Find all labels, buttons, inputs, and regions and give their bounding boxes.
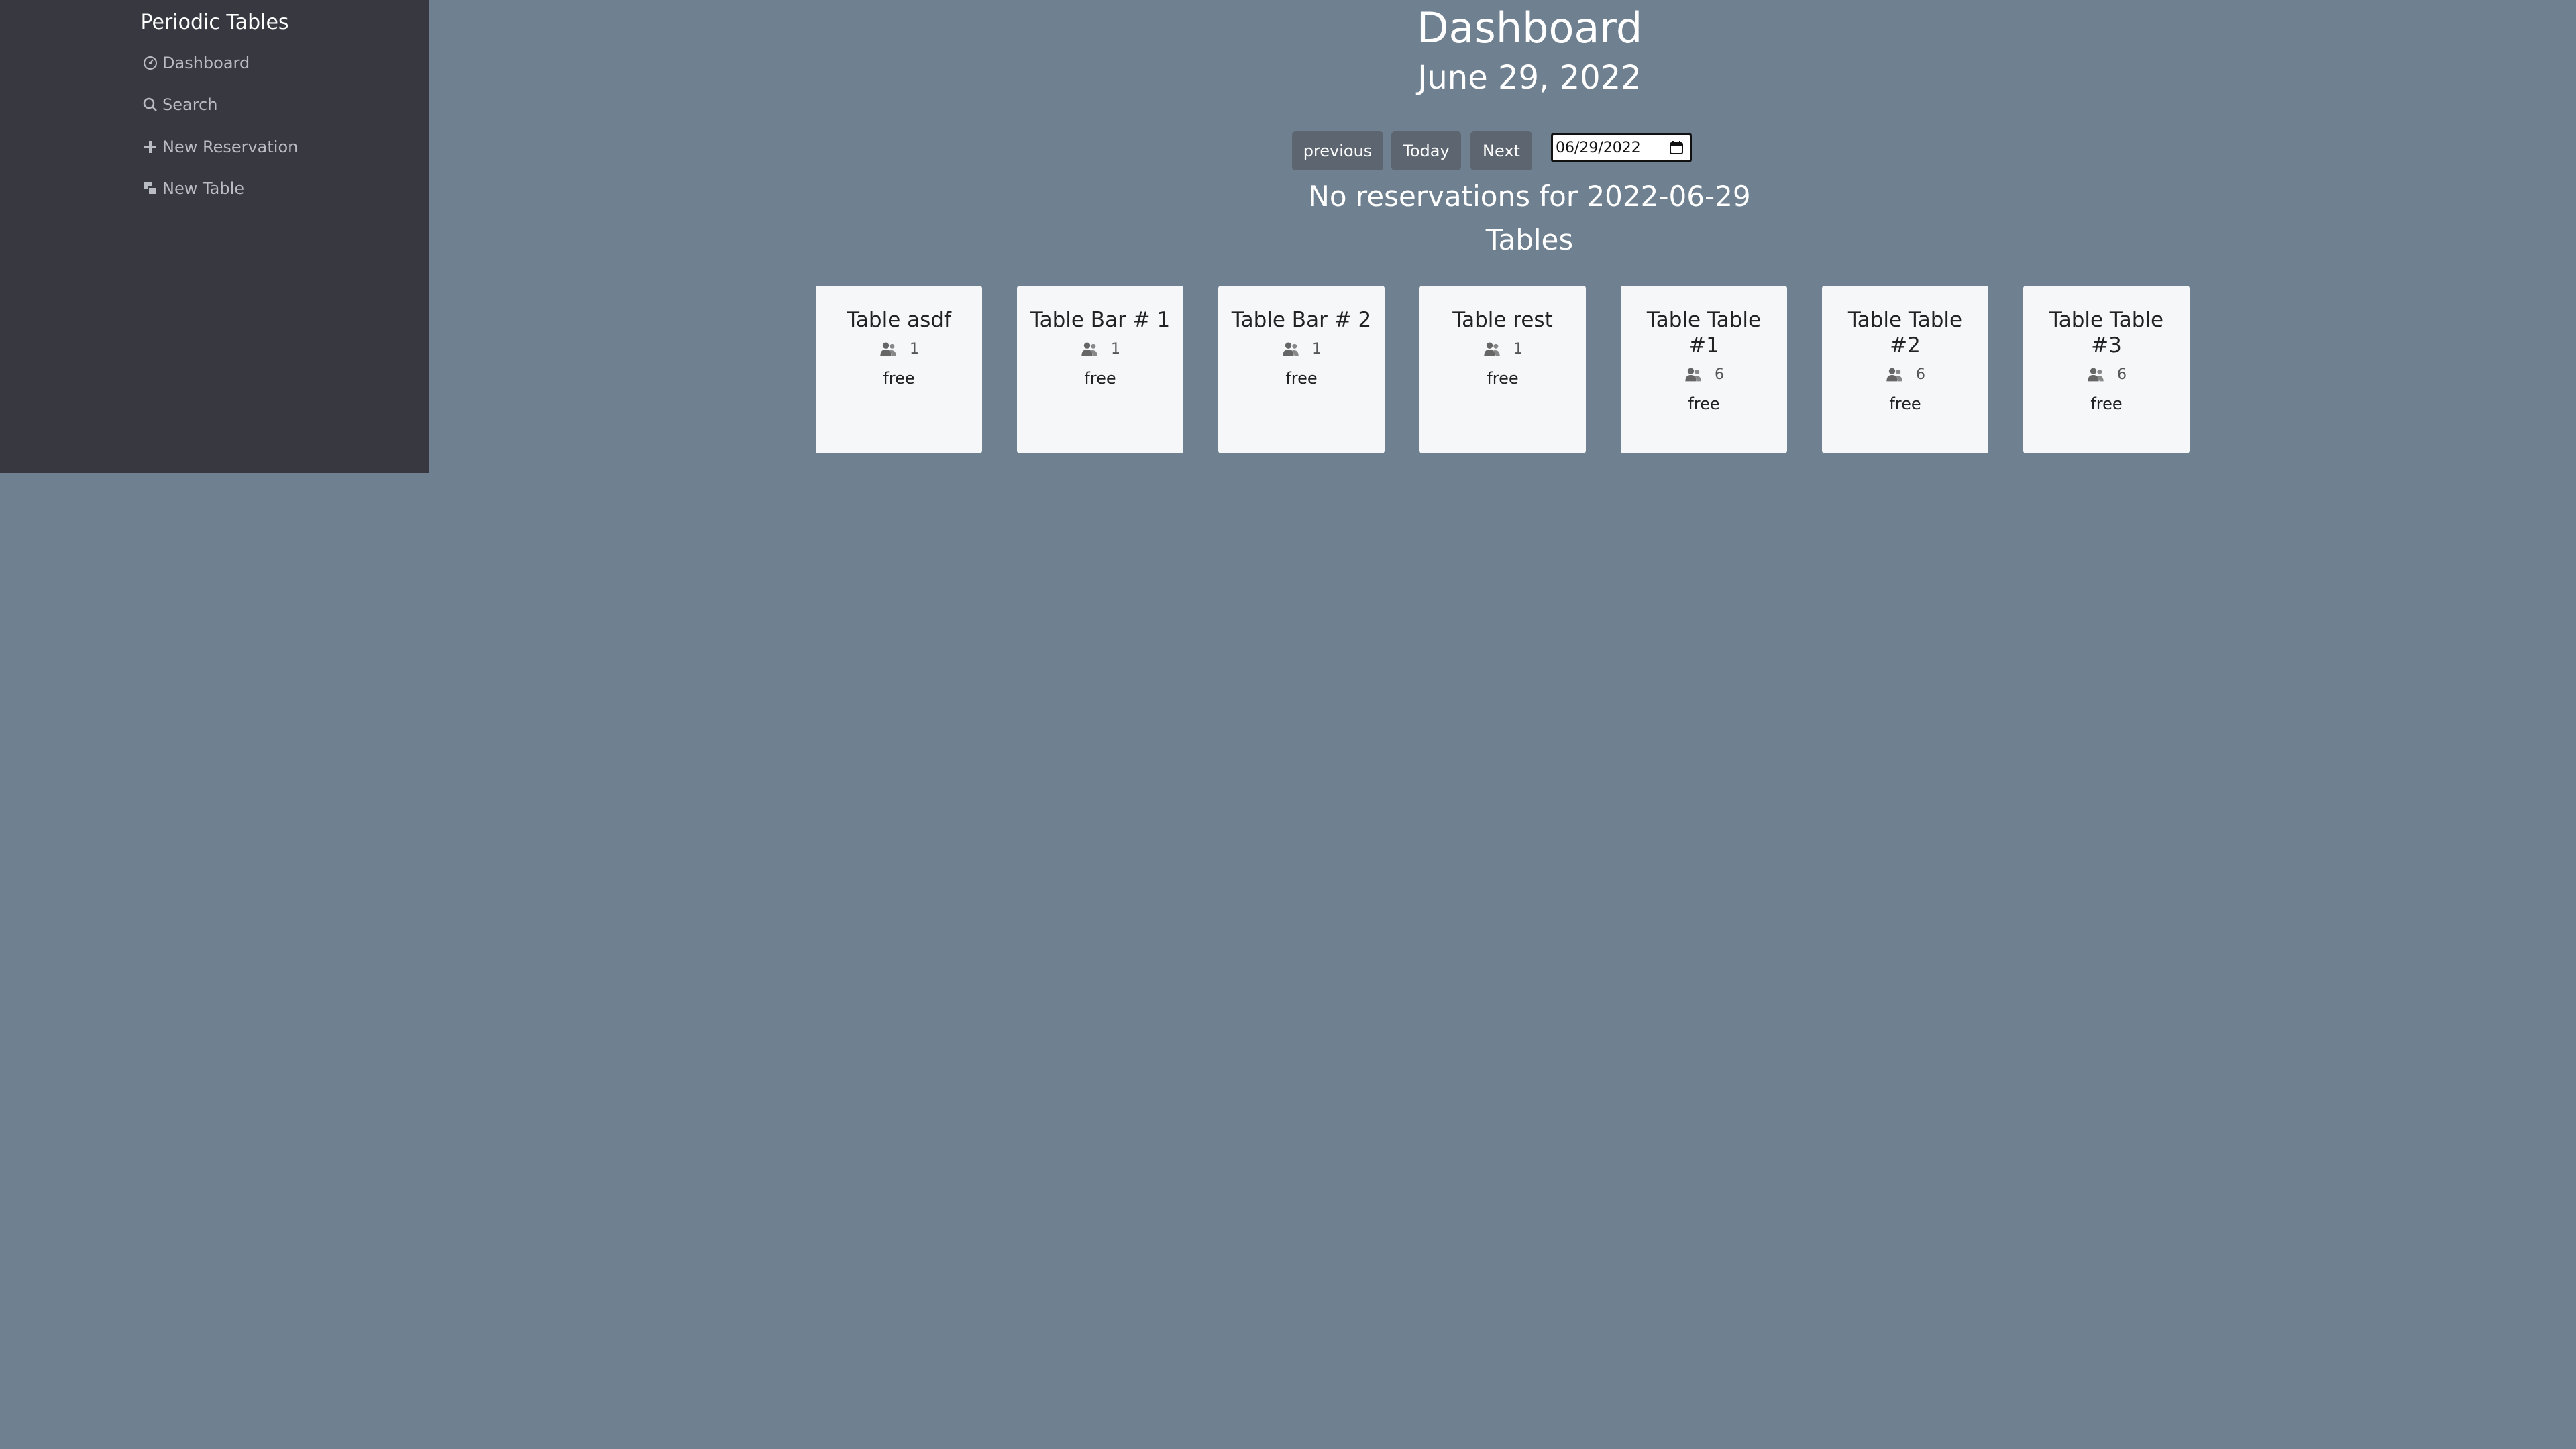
table-capacity: 6 xyxy=(1822,365,1988,385)
table-status: free xyxy=(1285,369,1318,388)
table-name: Table Table #1 xyxy=(1646,308,1762,358)
sidebar-item-label: New Table xyxy=(162,179,245,198)
plus-icon xyxy=(144,141,156,153)
table-card[interactable]: Table Bar # 2 1 free xyxy=(1218,286,1385,453)
sidebar-item-new-table[interactable]: New Table xyxy=(142,178,244,199)
table-status: free xyxy=(2090,394,2123,413)
next-button[interactable]: Next xyxy=(1470,131,1532,170)
sidebar-item-new-reservation[interactable]: New Reservation xyxy=(142,136,298,158)
today-button[interactable]: Today xyxy=(1391,131,1461,170)
capacity-value: 1 xyxy=(910,341,919,358)
search-icon xyxy=(143,97,157,111)
previous-button[interactable]: previous xyxy=(1292,131,1383,170)
capacity-value: 1 xyxy=(1312,341,1322,358)
capacity-value: 6 xyxy=(1715,366,1724,383)
page-title: Dashboard xyxy=(1416,3,1643,52)
table-card[interactable]: Table Table #2 6 free xyxy=(1822,286,1988,453)
table-capacity: 1 xyxy=(1218,339,1385,360)
table-capacity: 1 xyxy=(1017,339,1183,360)
dashboard-icon xyxy=(144,56,157,70)
users-icon xyxy=(1484,342,1500,356)
users-icon xyxy=(1886,368,1902,382)
table-status: free xyxy=(1688,394,1720,413)
capacity-value: 1 xyxy=(1513,341,1523,358)
table-capacity: 1 xyxy=(816,339,982,360)
table-capacity: 6 xyxy=(2023,365,2190,385)
table-name: Table Bar # 2 xyxy=(1231,308,1372,332)
date-heading: June 29, 2022 xyxy=(1417,59,1642,97)
sidebar-item-label: Dashboard xyxy=(162,54,250,72)
table-card[interactable]: Table rest 1 free xyxy=(1419,286,1586,453)
calendar-icon[interactable] xyxy=(1668,140,1684,156)
sidebar-item-dashboard[interactable]: Dashboard xyxy=(142,52,250,74)
sidebar: Periodic Tables Dashboard Search New Res… xyxy=(0,0,429,473)
users-icon xyxy=(880,342,896,356)
date-input[interactable]: 06/29/2022 xyxy=(1551,133,1692,162)
users-icon xyxy=(1283,342,1299,356)
table-name: Table Table #2 xyxy=(1847,308,1963,358)
table-capacity: 6 xyxy=(1621,365,1787,385)
users-icon xyxy=(1685,368,1701,382)
table-status: free xyxy=(883,369,915,388)
table-icon xyxy=(144,182,158,195)
sidebar-item-label: Search xyxy=(162,95,218,114)
sidebar-item-label: New Reservation xyxy=(162,138,299,156)
brand-title[interactable]: Periodic Tables xyxy=(0,9,429,36)
capacity-value: 6 xyxy=(1916,366,1925,383)
table-name: Table rest xyxy=(1452,308,1553,332)
main-content: Dashboard June 29, 2022 previous Today N… xyxy=(429,0,2576,1449)
table-card[interactable]: Table Table #1 6 free xyxy=(1621,286,1787,453)
capacity-value: 6 xyxy=(2117,366,2127,383)
users-icon xyxy=(1081,342,1097,356)
table-name: Table asdf xyxy=(847,308,951,332)
table-name: Table Bar # 1 xyxy=(1030,308,1171,332)
table-status: free xyxy=(1889,394,1921,413)
capacity-value: 1 xyxy=(1111,341,1120,358)
table-name: Table Table #3 xyxy=(2049,308,2164,358)
sidebar-item-search[interactable]: Search xyxy=(142,94,217,115)
tables-heading: Tables xyxy=(1485,223,1574,256)
table-card[interactable]: Table Table #3 6 free xyxy=(2023,286,2190,453)
table-status: free xyxy=(1487,369,1519,388)
table-card[interactable]: Table asdf 1 free xyxy=(816,286,982,453)
table-card[interactable]: Table Bar # 1 1 free xyxy=(1017,286,1183,453)
table-status: free xyxy=(1084,369,1116,388)
date-input-value: 06/29/2022 xyxy=(1556,139,1641,156)
table-capacity: 1 xyxy=(1419,339,1586,360)
no-reservations-message: No reservations for 2022-06-29 xyxy=(1308,180,1751,213)
users-icon xyxy=(2088,368,2104,382)
